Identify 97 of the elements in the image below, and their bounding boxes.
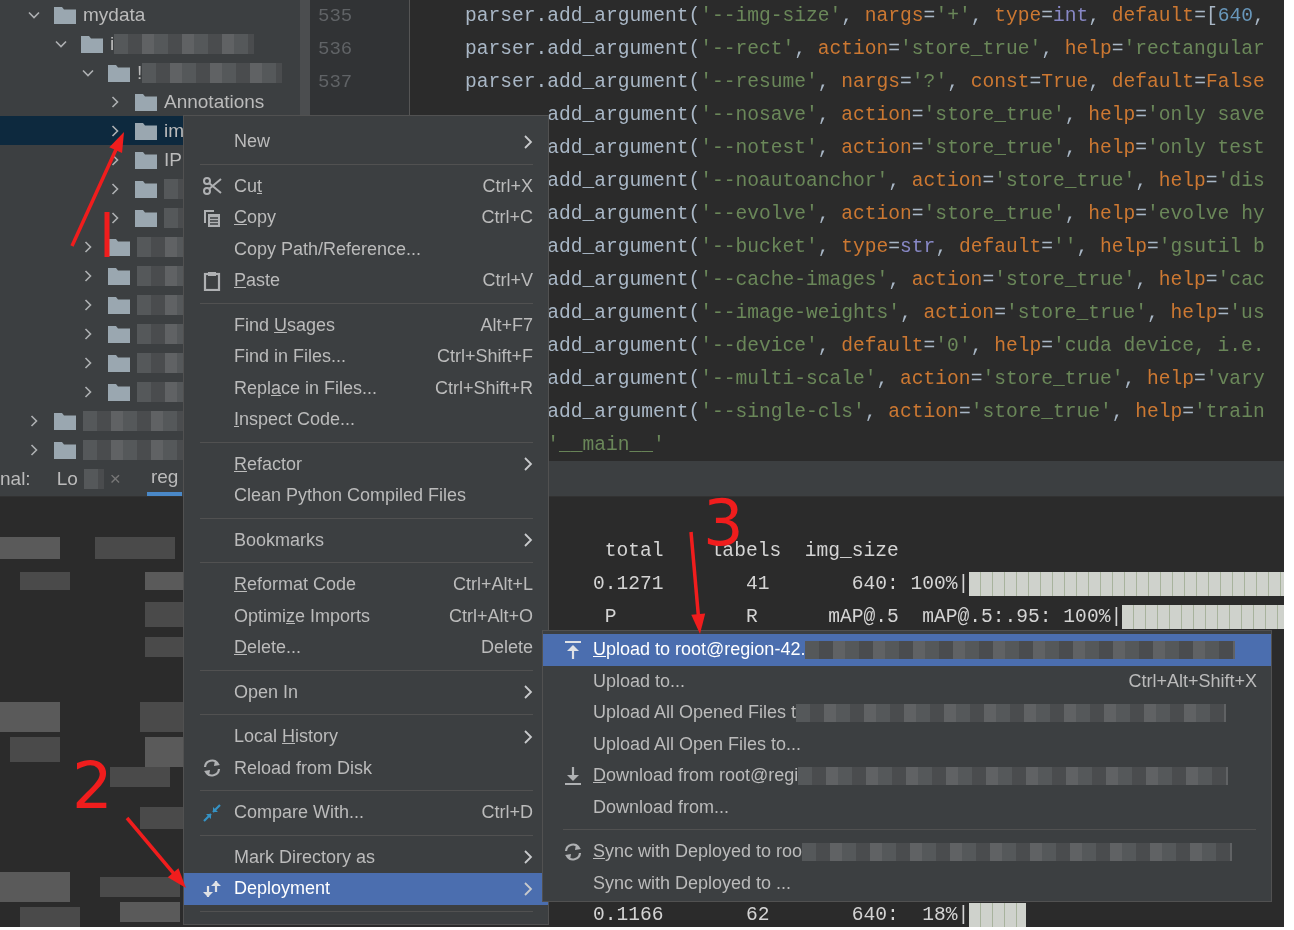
upload-icon (563, 639, 583, 660)
chevron-icon (82, 298, 94, 311)
shortcut-text: Ctrl+Shift+F (435, 346, 533, 368)
code-line: add_argument('--noautoanchor', action='store_true', help='dis (547, 170, 1265, 192)
folder-icon (135, 121, 157, 140)
folder-icon (81, 34, 103, 53)
shortcut-text: Delete (479, 637, 533, 659)
folder-icon (108, 63, 130, 82)
menu-item[interactable]: Download from root@regi (543, 760, 1271, 792)
annotation-number: 2 (72, 749, 113, 823)
shortcut-text: Ctrl+D (480, 802, 533, 824)
menu-item[interactable]: Upload to root@region-42. (543, 634, 1271, 666)
shortcut-text: Alt+F7 (479, 314, 533, 336)
chevron-icon (82, 240, 94, 253)
code-line: add_argument('--evolve', action='store_true', help='evolve hy (547, 203, 1265, 225)
chevron-icon (109, 124, 121, 137)
menu-item[interactable]: Upload All Opened Files t (543, 697, 1271, 729)
menu-item[interactable]: Find Usages Alt+F7 (184, 309, 548, 341)
menu-item[interactable]: New (184, 126, 548, 158)
menu-item[interactable]: Refactor (184, 448, 548, 480)
clipboard-icon (202, 270, 222, 291)
up-down-arrows-icon (202, 878, 222, 899)
folder-icon (54, 5, 76, 24)
folder-icon (135, 208, 157, 227)
chevron-icon (82, 327, 94, 340)
menu-item[interactable]: Clean Python Compiled Files (184, 480, 548, 512)
terminal-text: 0.1271 41 640: 100%| (592, 572, 970, 595)
code-line: add_argument('--bucket', type=str, default='', help='gsutil b (547, 236, 1265, 258)
folder-icon (135, 150, 157, 169)
chevron-icon (28, 443, 40, 456)
menu-item[interactable]: Inspect Code... (184, 404, 548, 436)
menu-item[interactable]: Copy Ctrl+C (184, 202, 548, 234)
tree-item[interactable]: IP (0, 145, 183, 174)
terminal-tab[interactable]: Lo × (52, 461, 125, 496)
chevron-icon (109, 211, 121, 224)
shortcut-text: Ctrl+V (481, 270, 533, 292)
tree-item[interactable]: i (0, 29, 300, 58)
code-line: add_argument('--device', default='0', help='cuda device, i.e. (547, 335, 1265, 357)
chevron-icon (109, 95, 121, 108)
menu-item[interactable]: Upload All Open Files to... (543, 728, 1271, 760)
code-line: add_argument('--nosave', action='store_true', help='only save (547, 104, 1265, 126)
panel-title: nal: (0, 467, 31, 490)
tree-item[interactable]: im (0, 116, 183, 145)
folder-icon (54, 411, 76, 430)
code-line: add_argument('--notest', action='store_true', help='only test (547, 137, 1265, 159)
code-line: parser.add_argument('--resume', nargs='?', const=True, default=False (465, 71, 1265, 93)
shortcut-text: Ctrl+Alt+O (447, 605, 533, 627)
shortcut-text: Ctrl+X (481, 175, 533, 197)
code-line: add_argument('--cache-images', action='store_true', help='cac (547, 269, 1265, 291)
menu-item[interactable]: Replace in Files... Ctrl+Shift+R (184, 372, 548, 404)
code-line: parser.add_argument('--rect', action='store_true', help='rectangular (465, 38, 1265, 60)
reload-icon (202, 758, 222, 779)
folder-icon (108, 266, 130, 285)
shortcut-text: Ctrl+Alt+Shift+X (1127, 670, 1257, 692)
compare-icon (202, 802, 222, 823)
menu-item[interactable]: Paste Ctrl+V (184, 265, 548, 297)
tree-item[interactable]: ! (0, 58, 300, 87)
folder-icon (135, 92, 157, 111)
tree-item[interactable]: mydata (0, 0, 300, 29)
folder-icon (135, 179, 157, 198)
download-icon (563, 765, 583, 786)
code-line: add_argument('--single-cls', action='store_true', help='train (547, 401, 1265, 423)
terminal-text: 0.1166 62 640: 18%| (592, 904, 970, 926)
code-line: add_argument('--image-weights', action='store_true', help='us (547, 302, 1265, 324)
copy-icon (202, 207, 222, 228)
terminal-text: P R mAP@.5 mAP@.5:.95: 100%| (603, 605, 1123, 628)
menu-item[interactable]: Deployment (184, 873, 548, 905)
code-line: add_argument('--multi-scale', action='store_true', help='vary (547, 368, 1265, 390)
scissors-icon (202, 176, 222, 197)
code-line: parser.add_argument('--img-size', nargs='+', type=int, default=[640, (465, 5, 1265, 27)
chevron-icon (109, 182, 121, 195)
chevron-icon (82, 385, 94, 398)
tree-item[interactable]: Annotations (0, 87, 300, 116)
shortcut-text: Ctrl+C (480, 207, 533, 229)
code-line: '__main__' (547, 434, 665, 456)
sync-icon (563, 841, 583, 862)
menu-item[interactable]: Upload to... Ctrl+Alt+Shift+X (543, 665, 1271, 697)
folder-icon (108, 295, 130, 314)
menu-item[interactable]: Optimize Imports Ctrl+Alt+O (184, 600, 548, 632)
folder-icon (108, 324, 130, 343)
menu-item[interactable]: Bookmarks (184, 524, 548, 556)
folder-icon (54, 440, 76, 459)
menu-item[interactable]: Cut Ctrl+X (184, 170, 548, 202)
shortcut-text: Ctrl+Alt+L (451, 574, 533, 596)
chevron-icon (82, 356, 94, 369)
chevron-icon (82, 269, 94, 282)
folder-icon (108, 382, 130, 401)
shortcut-text: Ctrl+Shift+R (433, 377, 533, 399)
menu-item[interactable]: Download from... (543, 791, 1271, 823)
menu-item[interactable]: Sync with Deployed to roo (543, 836, 1271, 868)
menu-item[interactable]: Find in Files... Ctrl+Shift+F (184, 341, 548, 373)
annotation-stroke (104, 212, 110, 257)
annotation-arrow (125, 816, 186, 888)
chevron-icon (28, 414, 40, 427)
menu-item[interactable]: Copy Path/Reference... (184, 233, 548, 265)
folder-icon (108, 353, 130, 372)
menu-item[interactable]: Reformat Code Ctrl+Alt+L (184, 569, 548, 601)
